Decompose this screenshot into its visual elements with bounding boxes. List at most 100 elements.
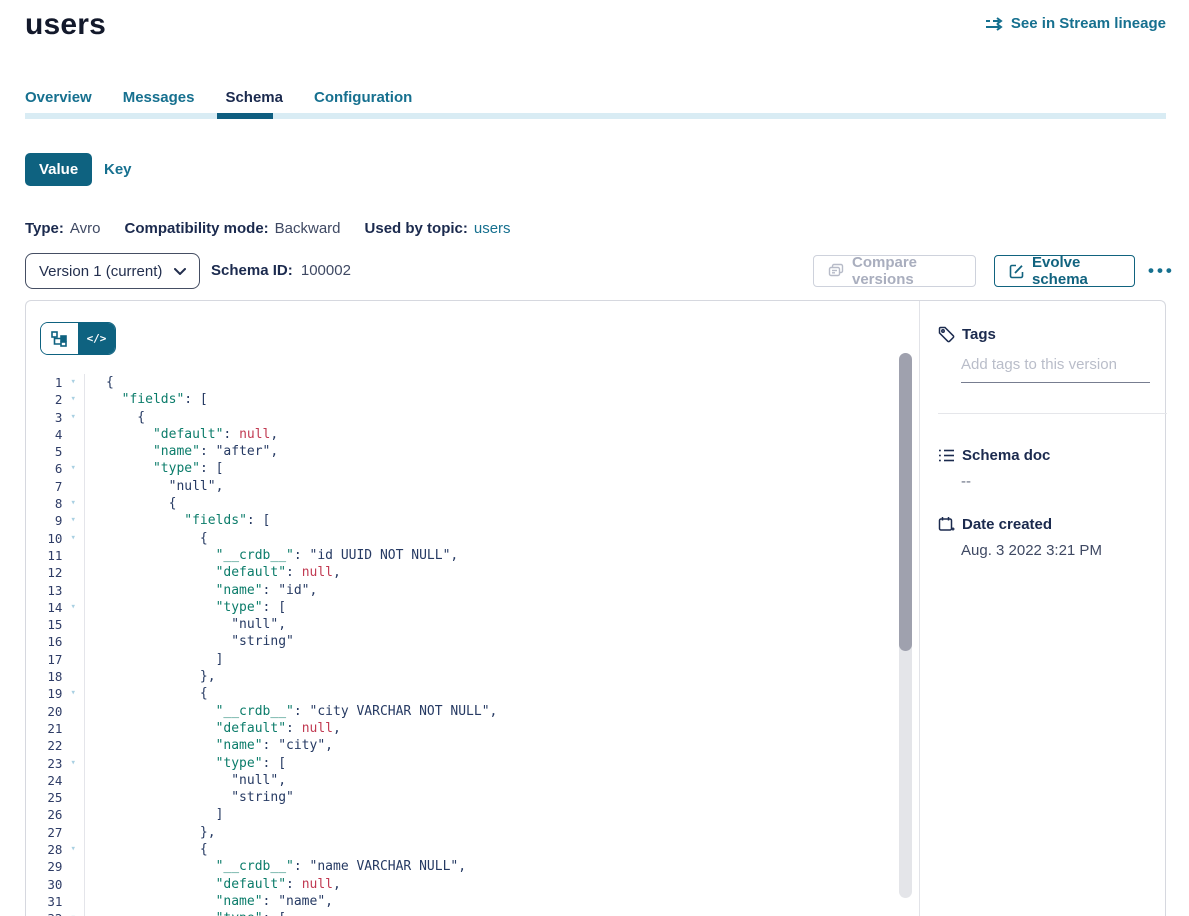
compatibility-label: Compatibility mode:: [124, 220, 268, 237]
line-number: 3: [26, 409, 62, 426]
more-options-button[interactable]: •••: [1148, 255, 1175, 287]
line-number: 26: [26, 806, 62, 823]
fold-toggle-icon: [62, 720, 84, 737]
tab-overview[interactable]: Overview: [25, 89, 92, 114]
line-number: 8: [26, 495, 62, 512]
code-line: 30 "default": null,: [26, 876, 896, 893]
code-line: 13 "name": "id",: [26, 582, 896, 599]
compare-versions-button[interactable]: Compare versions: [813, 255, 976, 287]
line-number: 31: [26, 893, 62, 910]
fold-toggle-icon[interactable]: ▾: [62, 599, 84, 616]
code-line: 26 ]: [26, 806, 896, 823]
code-lines: 1▾{2▾ "fields": [3▾ {4 "default": null,5…: [26, 374, 896, 916]
tab-schema[interactable]: Schema: [225, 89, 283, 114]
fold-toggle-icon: [62, 668, 84, 685]
key-toggle-button[interactable]: Key: [104, 161, 132, 178]
code-text: {: [85, 841, 208, 858]
scrollbar-thumb[interactable]: [899, 353, 912, 651]
fold-toggle-icon[interactable]: ▾: [62, 512, 84, 529]
code-view-icon: </>: [87, 332, 107, 345]
line-number: 27: [26, 824, 62, 841]
code-text: "string": [85, 633, 294, 650]
date-created-title: Date created: [962, 516, 1052, 533]
line-number: 9: [26, 512, 62, 529]
code-line: 17 ]: [26, 651, 896, 668]
fold-toggle-icon[interactable]: ▾: [62, 409, 84, 426]
code-text: "default": null,: [85, 564, 341, 581]
fold-toggle-icon[interactable]: ▾: [62, 685, 84, 702]
date-created-value: Aug. 3 2022 3:21 PM: [961, 542, 1167, 559]
code-line: 12 "default": null,: [26, 564, 896, 581]
active-tab-underline: [217, 113, 273, 119]
code-view-button[interactable]: </>: [78, 323, 115, 354]
line-number: 11: [26, 547, 62, 564]
code-text: "type": [: [85, 755, 286, 772]
line-number: 16: [26, 633, 62, 650]
code-text: "null",: [85, 478, 223, 495]
code-text: "__crdb__": "city VARCHAR NOT NULL",: [85, 703, 497, 720]
fold-toggle-icon[interactable]: ▾: [62, 391, 84, 408]
stream-lineage-label: See in Stream lineage: [1011, 15, 1166, 32]
code-text: "null",: [85, 616, 286, 633]
fold-toggle-icon: [62, 824, 84, 841]
version-select-value: Version 1 (current): [39, 263, 162, 280]
tab-bar: Overview Messages Schema Configuration: [25, 89, 412, 114]
code-line: 5 "name": "after",: [26, 443, 896, 460]
code-line: 14▾ "type": [: [26, 599, 896, 616]
fold-toggle-icon[interactable]: ▾: [62, 374, 84, 391]
evolve-schema-button[interactable]: Evolve schema: [994, 255, 1135, 287]
code-line: 27 },: [26, 824, 896, 841]
line-number: 15: [26, 616, 62, 633]
tab-messages[interactable]: Messages: [123, 89, 195, 114]
fold-toggle-icon[interactable]: ▾: [62, 530, 84, 547]
tree-view-icon: [51, 331, 68, 347]
value-toggle-button[interactable]: Value: [25, 153, 92, 186]
edit-icon: [1009, 264, 1024, 279]
scrollbar-track[interactable]: [899, 353, 912, 898]
fold-toggle-icon[interactable]: ▾: [62, 495, 84, 512]
code-line: 11 "__crdb__": "id UUID NOT NULL",: [26, 547, 896, 564]
code-text: "type": [: [85, 910, 286, 916]
code-text: "string": [85, 789, 294, 806]
fold-toggle-icon: [62, 426, 84, 443]
code-text: "name": "id",: [85, 582, 317, 599]
version-select[interactable]: Version 1 (current): [25, 253, 200, 289]
fold-toggle-icon: [62, 633, 84, 650]
fold-toggle-icon: [62, 789, 84, 806]
code-text: },: [85, 668, 216, 685]
fold-toggle-icon[interactable]: ▾: [62, 841, 84, 858]
fold-toggle-icon[interactable]: ▾: [62, 460, 84, 477]
tree-view-button[interactable]: [41, 323, 78, 354]
code-text: "default": null,: [85, 876, 341, 893]
view-toggle: </>: [40, 322, 116, 355]
date-created-section: Date created Aug. 3 2022 3:21 PM: [938, 516, 1167, 559]
tab-configuration[interactable]: Configuration: [314, 89, 412, 114]
line-number: 29: [26, 858, 62, 875]
code-line: 16 "string": [26, 633, 896, 650]
code-text: {: [85, 530, 208, 547]
code-line: 9▾ "fields": [: [26, 512, 896, 529]
line-number: 2: [26, 391, 62, 408]
chevron-down-icon: [174, 268, 186, 275]
fold-toggle-icon: [62, 547, 84, 564]
fold-toggle-icon: [62, 582, 84, 599]
code-line: 31 "name": "name",: [26, 893, 896, 910]
fold-toggle-icon[interactable]: ▾: [62, 910, 84, 916]
code-text: {: [85, 685, 208, 702]
code-line: 29 "__crdb__": "name VARCHAR NULL",: [26, 858, 896, 875]
fold-toggle-icon[interactable]: ▾: [62, 755, 84, 772]
stream-lineage-link[interactable]: See in Stream lineage: [985, 15, 1166, 32]
code-text: "__crdb__": "id UUID NOT NULL",: [85, 547, 458, 564]
line-number: 14: [26, 599, 62, 616]
code-line: 4 "default": null,: [26, 426, 896, 443]
line-number: 13: [26, 582, 62, 599]
fold-toggle-icon: [62, 616, 84, 633]
topic-link[interactable]: users: [474, 220, 511, 237]
fold-toggle-icon: [62, 564, 84, 581]
line-number: 20: [26, 703, 62, 720]
schema-doc-value: --: [961, 473, 1167, 490]
fold-toggle-icon: [62, 737, 84, 754]
code-text: "type": [: [85, 599, 286, 616]
evolve-schema-label: Evolve schema: [1032, 254, 1120, 288]
tags-input[interactable]: [961, 356, 1150, 383]
